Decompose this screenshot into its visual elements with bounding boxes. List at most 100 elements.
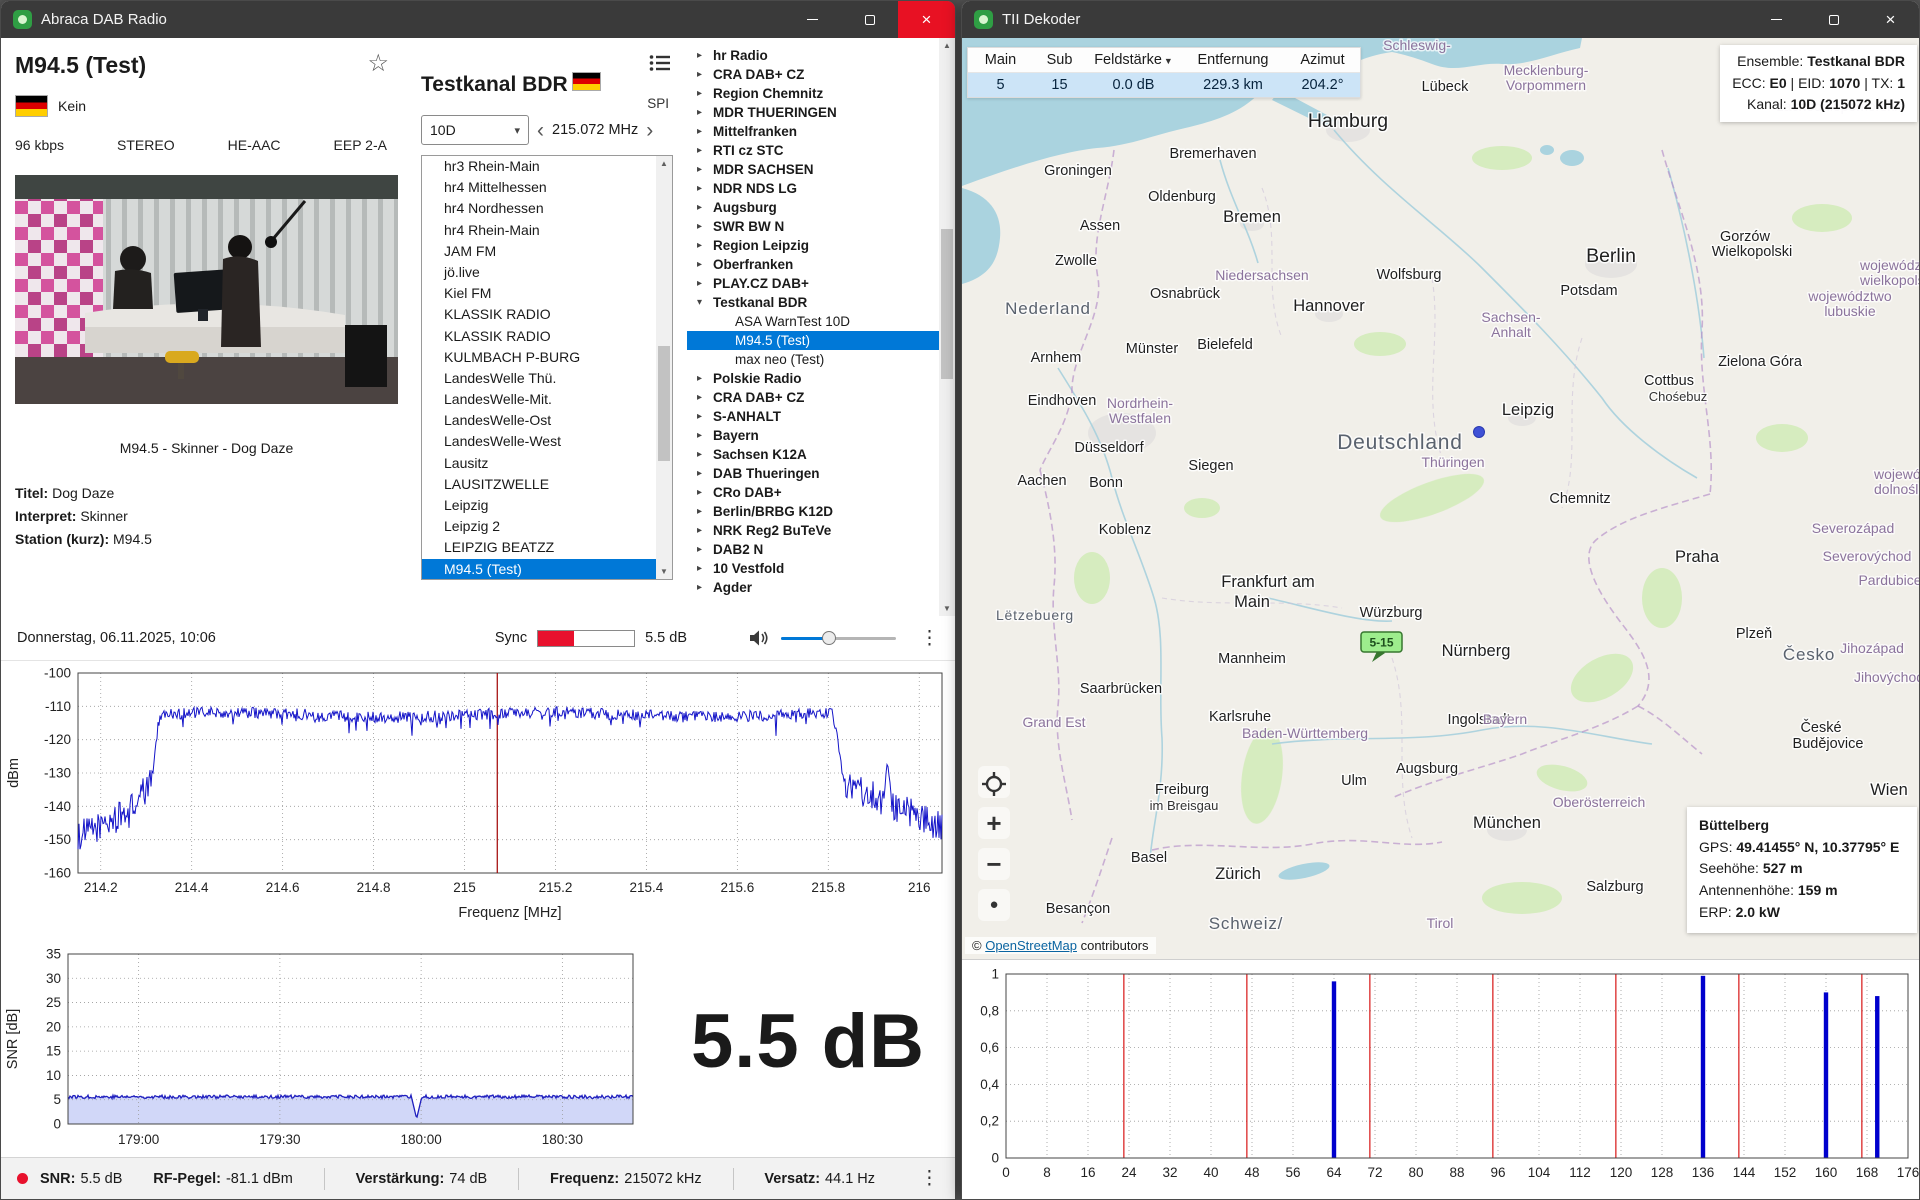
station-list-scrollbar[interactable]: ▲ ▼	[656, 156, 672, 579]
map-city-label: Ulm	[1341, 773, 1367, 789]
attribution-suffix: contributors	[1077, 938, 1149, 953]
station-list-item[interactable]: LandesWelle-West	[422, 431, 672, 452]
station-list-item[interactable]: Kiel FM	[422, 283, 672, 304]
ensemble-tree-item[interactable]: ▸CRA DAB+ CZ	[687, 65, 939, 84]
scrollbar-thumb[interactable]	[658, 346, 670, 460]
ensemble-tree-item[interactable]: ▸Region Leipzig	[687, 236, 939, 255]
station-list-item[interactable]: hr4 Mittelhessen	[422, 177, 672, 198]
ensemble-tree-item[interactable]: ▸DAB Thueringen	[687, 464, 939, 483]
channel-dropdown[interactable]: 10D ▾	[421, 115, 529, 145]
station-list-item[interactable]: LEIPZIG BEATZZ	[422, 537, 672, 558]
ensemble-tree-item[interactable]: ▸NDR NDS LG	[687, 179, 939, 198]
map-region-label: Niedersachsen	[1215, 267, 1308, 283]
ensemble-tree-item[interactable]: ▸DAB2 N	[687, 540, 939, 559]
maximize-button[interactable]	[841, 1, 898, 38]
map-city-label: Zwolle	[1055, 253, 1097, 269]
ensemble-tree-item[interactable]: ▸RTI cz STC	[687, 141, 939, 160]
station-list-item[interactable]: Lausitz	[422, 453, 672, 474]
svg-text:-130: -130	[44, 766, 71, 781]
chevron-right-icon: ▸	[697, 521, 713, 540]
station-list-item[interactable]: Leipzig	[422, 495, 672, 516]
ensemble-tree-item[interactable]: ▸Region Chemnitz	[687, 84, 939, 103]
zoom-out-button[interactable]: −	[978, 848, 1010, 880]
service-list-icon[interactable]	[649, 54, 671, 77]
chevron-right-icon: ▸	[697, 65, 713, 84]
table-column-header[interactable]: Sub	[1033, 48, 1086, 72]
next-channel-button[interactable]: ›	[644, 120, 655, 141]
volume-slider[interactable]	[781, 629, 896, 647]
info-line: Seehöhe: 527 m	[1699, 858, 1913, 880]
openstreetmap-link[interactable]: OpenStreetMap	[985, 938, 1077, 953]
prev-channel-button[interactable]: ‹	[535, 120, 546, 141]
ensemble-tree-item[interactable]: ▸Oberfranken	[687, 255, 939, 274]
station-list-item[interactable]: LandesWelle-Mit.	[422, 389, 672, 410]
svg-text:0,2: 0,2	[980, 1114, 999, 1129]
map-region-label: województwowielkopolskie	[1859, 257, 1919, 288]
kebab-menu-icon[interactable]: ⋮	[920, 627, 939, 650]
station-list-item[interactable]: hr4 Nordhessen	[422, 198, 672, 219]
station-list-item[interactable]: Leipzig 2	[422, 516, 672, 537]
ensemble-tree-item[interactable]: ▸Mittelfranken	[687, 122, 939, 141]
scroll-up-icon[interactable]: ▲	[939, 38, 955, 53]
kebab-menu-icon[interactable]: ⋮	[920, 1167, 939, 1190]
minimize-button[interactable]	[1748, 1, 1805, 38]
ensemble-tree-item[interactable]: ▸Augsburg	[687, 198, 939, 217]
ensemble-tree-item[interactable]: ▸Bayern	[687, 426, 939, 445]
ensemble-tree-item[interactable]: ▸PLAY.CZ DAB+	[687, 274, 939, 293]
station-list-item[interactable]: LandesWelle-Ost	[422, 410, 672, 431]
ensemble-tree-item[interactable]: ▸NRK Reg2 BuTeVe	[687, 521, 939, 540]
table-column-header[interactable]: Main	[968, 48, 1033, 72]
ensemble-tree-item[interactable]: ▸10 Vestfold	[687, 559, 939, 578]
ensemble-tree-item[interactable]: ▸Agder	[687, 578, 939, 597]
station-list-item[interactable]: LandesWelle Thü.	[422, 368, 672, 389]
scroll-down-icon[interactable]: ▼	[939, 601, 955, 616]
close-button[interactable]: ×	[1862, 1, 1919, 38]
volume-thumb[interactable]	[822, 631, 836, 645]
station-list-item[interactable]: LAUSITZWELLE	[422, 474, 672, 495]
volume-icon[interactable]	[749, 629, 771, 647]
scroll-down-icon[interactable]: ▼	[656, 564, 672, 579]
zoom-in-button[interactable]: +	[978, 807, 1010, 839]
scrollbar-thumb[interactable]	[941, 229, 953, 379]
ensemble-tree-item[interactable]: ▾Testkanal BDR	[687, 293, 939, 312]
svg-text:25: 25	[46, 995, 61, 1010]
scroll-up-icon[interactable]: ▲	[656, 156, 672, 171]
minimize-button[interactable]	[784, 1, 841, 38]
ensemble-tree-item[interactable]: ▸Berlin/BRBG K12D	[687, 502, 939, 521]
ensemble-tree-item[interactable]: ▸Polskie Radio	[687, 369, 939, 388]
studio-scene	[15, 175, 398, 404]
favorite-star-icon[interactable]: ☆	[367, 52, 389, 76]
ensemble-tree-item[interactable]: ▸Sachsen K12A	[687, 445, 939, 464]
ensemble-tree-item[interactable]: ▸MDR THUERINGEN	[687, 103, 939, 122]
maximize-button[interactable]	[1805, 1, 1862, 38]
ensemble-tree-child[interactable]: M94.5 (Test)	[687, 331, 939, 350]
station-list-item[interactable]: M94.5 (Test)	[422, 559, 672, 580]
transmitter-marker[interactable]: 5-15	[1361, 632, 1402, 662]
tree-scrollbar[interactable]: ▲ ▼	[939, 38, 955, 616]
ensemble-tree-item[interactable]: ▸CRo DAB+	[687, 483, 939, 502]
station-list-item[interactable]: KULMBACH P-BURG	[422, 347, 672, 368]
station-list-item[interactable]: jö.live	[422, 262, 672, 283]
svg-text:128: 128	[1651, 1165, 1674, 1180]
close-button[interactable]: ×	[898, 1, 955, 38]
locate-button[interactable]	[978, 766, 1010, 798]
ensemble-tree-item[interactable]: ▸S-ANHALT	[687, 407, 939, 426]
table-column-header[interactable]: Feldstärke▼	[1086, 48, 1181, 72]
table-column-header[interactable]: Azimut	[1285, 48, 1360, 72]
ensemble-tree-child[interactable]: ASA WarnTest 10D	[687, 312, 939, 331]
station-list-item[interactable]: JAM FM	[422, 241, 672, 262]
ensemble-tree-child[interactable]: max neo (Test)	[687, 350, 939, 369]
layer-dot-button[interactable]: ●	[978, 889, 1010, 921]
tii-app-icon	[974, 10, 993, 29]
station-list-item[interactable]: hr4 Rhein-Main	[422, 220, 672, 241]
station-list-item[interactable]: KLASSIK RADIO	[422, 304, 672, 325]
svg-text:1: 1	[991, 967, 999, 982]
tii-table-row[interactable]: 5150.0 dB229.3 km204.2°	[968, 73, 1360, 97]
ensemble-tree-item[interactable]: ▸CRA DAB+ CZ	[687, 388, 939, 407]
station-list-item[interactable]: KLASSIK RADIO	[422, 326, 672, 347]
station-list-item[interactable]: hr3 Rhein-Main	[422, 156, 672, 177]
ensemble-tree-item[interactable]: ▸SWR BW N	[687, 217, 939, 236]
table-column-header[interactable]: Entfernung	[1181, 48, 1285, 72]
ensemble-tree-item[interactable]: ▸hr Radio	[687, 46, 939, 65]
ensemble-tree-item[interactable]: ▸MDR SACHSEN	[687, 160, 939, 179]
